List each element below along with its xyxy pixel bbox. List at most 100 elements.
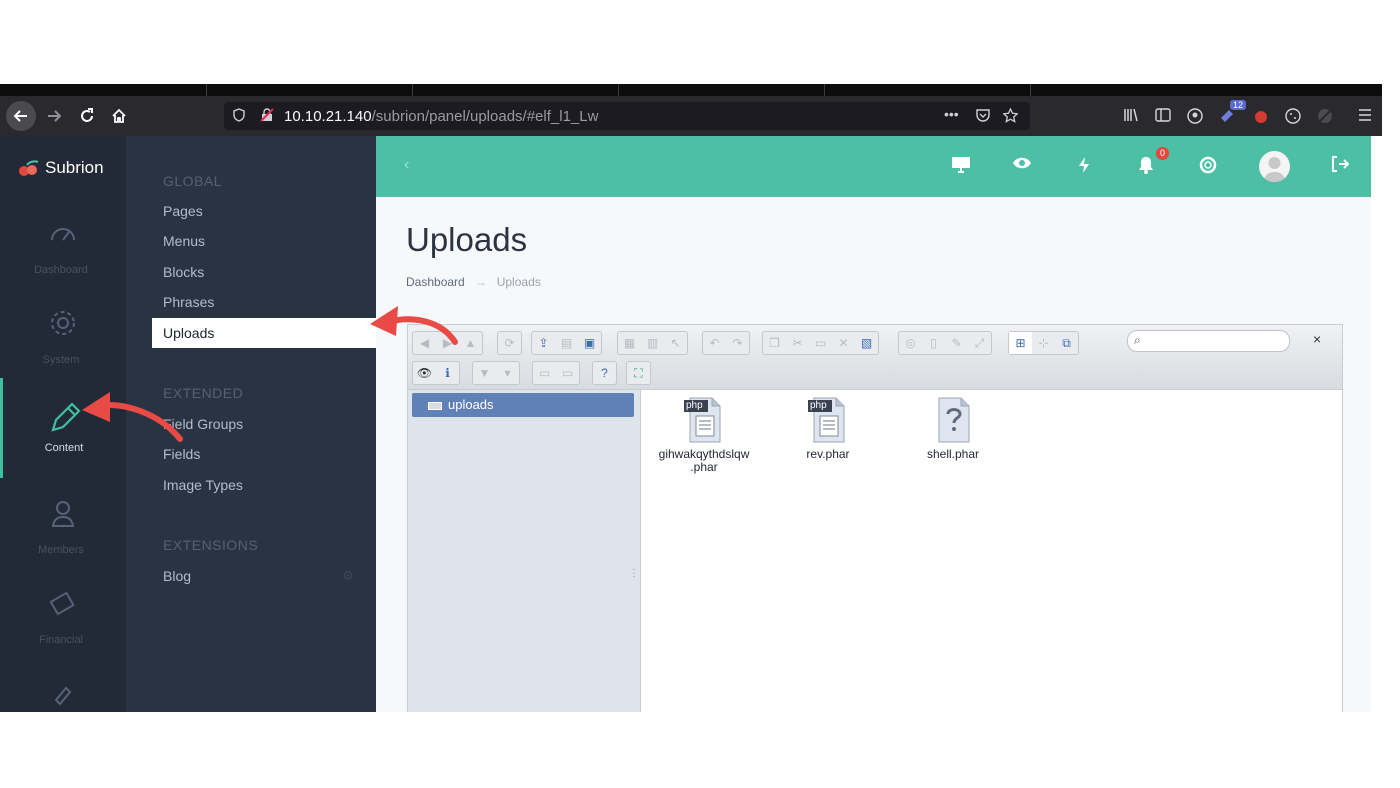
avatar[interactable] (1259, 151, 1290, 182)
wallet-icon (49, 591, 75, 616)
account-icon[interactable] (1186, 108, 1204, 124)
library-icon[interactable] (1122, 108, 1140, 124)
archive-icon[interactable]: ▾ (496, 362, 519, 384)
forward-button[interactable] (42, 104, 66, 128)
url-bar[interactable]: 10.10.21.140/subrion/panel/uploads/#elf_… (224, 102, 1030, 130)
save-icon[interactable]: ▣ (578, 332, 601, 354)
blocker-icon[interactable] (1316, 108, 1334, 124)
upload-icon[interactable]: ⇪ (532, 332, 555, 354)
redo-icon[interactable]: ↷ (726, 332, 749, 354)
lifebuoy-icon[interactable] (1196, 156, 1220, 176)
subnav-item-uploads[interactable]: Uploads (152, 318, 376, 348)
reload-icon[interactable]: ⟳ (498, 332, 521, 354)
copy-icon[interactable]: ❐ (763, 332, 786, 354)
hamburger-menu-icon[interactable] (1356, 108, 1374, 124)
file-type-label: php (810, 400, 827, 411)
resize-icon[interactable]: ⤢ (968, 332, 991, 354)
sort-icon[interactable]: ⧉ (1055, 332, 1078, 354)
eye-icon[interactable] (1010, 156, 1034, 176)
page-actions-menu[interactable]: ••• (944, 106, 959, 122)
brand-logo[interactable]: Subrion (18, 158, 104, 178)
paste-icon[interactable]: ▭ (809, 332, 832, 354)
toolbar-group-upload: ⇪ ▤ ▣ (531, 331, 602, 355)
file-item[interactable]: php rev.phar (773, 396, 883, 461)
rail-item-members[interactable]: Members (0, 488, 126, 578)
reload-button[interactable] (75, 104, 99, 128)
search-input[interactable]: ⌕ (1127, 330, 1290, 352)
sidebar-icon[interactable] (1154, 108, 1172, 124)
file-item[interactable]: php gihwakqythdslqw .phar (649, 396, 759, 474)
bolt-icon[interactable] (1072, 156, 1096, 176)
download-icon[interactable]: ▥ (641, 332, 664, 354)
subnav-item-image-types[interactable]: Image Types (163, 477, 243, 493)
subnav-item-menus[interactable]: Menus (163, 233, 205, 249)
back-button[interactable] (6, 101, 36, 131)
monitor-icon[interactable] (949, 156, 973, 176)
php-file-icon: php (684, 396, 724, 444)
open-icon[interactable]: ▦ (618, 332, 641, 354)
browser-tab[interactable] (206, 84, 412, 96)
collapse-sidebar-button[interactable]: ‹ (404, 156, 409, 174)
blog-settings-gear-icon[interactable]: ⚙ (342, 568, 354, 584)
content-subnav: GLOBAL Pages Menus Blocks Phrases Upload… (126, 136, 376, 712)
arrow-right-icon (48, 110, 62, 122)
pencil-icon (51, 402, 81, 432)
browser-tab[interactable] (1030, 84, 1236, 96)
notification-badge: 0 (1156, 147, 1169, 160)
rail-item-dashboard[interactable]: Dashboard (0, 208, 126, 298)
rail-item-system[interactable]: System (0, 298, 126, 388)
subnav-item-field-groups[interactable]: Field Groups (163, 416, 243, 432)
subnav-item-fields[interactable]: Fields (163, 446, 200, 462)
shield-icon[interactable] (233, 108, 245, 125)
icons-view-icon[interactable]: ⊞ (1009, 332, 1032, 354)
rename-icon[interactable]: ▯ (922, 332, 945, 354)
breadcrumb-home-link[interactable]: Dashboard (406, 275, 465, 289)
cut-icon[interactable]: ✂ (786, 332, 809, 354)
rail-item-financial[interactable]: Financial (0, 578, 126, 668)
browser-tab[interactable] (824, 84, 1030, 96)
rail-item-content[interactable]: Content (0, 378, 129, 478)
tree-node-uploads[interactable]: uploads (412, 393, 634, 417)
logout-icon[interactable] (1328, 156, 1352, 176)
resize-handle[interactable]: ⋮ (629, 568, 639, 579)
select-icon[interactable]: ↖ (664, 332, 687, 354)
cherry-logo-icon (19, 160, 39, 176)
browser-tab[interactable] (618, 84, 824, 96)
close-button[interactable]: × (1313, 331, 1321, 347)
url-path: /subrion/panel/uploads/#elf_l1_Lw (371, 108, 599, 125)
extract-icon[interactable]: ▼ (473, 362, 496, 384)
bookmark-star-icon[interactable] (1002, 107, 1019, 126)
delete-icon[interactable]: ✕ (832, 332, 855, 354)
extension-icon[interactable] (1218, 108, 1236, 124)
brush-icon[interactable] (48, 676, 78, 706)
subnav-item-phrases[interactable]: Phrases (163, 294, 214, 310)
gear-icon (51, 311, 75, 335)
bell-icon[interactable] (1134, 156, 1158, 176)
help-icon[interactable]: ? (593, 362, 616, 384)
edit-icon[interactable]: ✎ (945, 332, 968, 354)
list-view-icon[interactable]: ⊹ (1032, 332, 1055, 354)
up-icon[interactable]: ▲ (459, 332, 482, 354)
preview-eye-icon[interactable]: 👁 (413, 362, 436, 384)
cookie-icon[interactable] (1284, 108, 1302, 124)
subnav-item-blocks[interactable]: Blocks (163, 264, 204, 280)
subnav-item-blog[interactable]: Blog (163, 568, 191, 584)
insecure-lock-icon[interactable] (260, 108, 274, 125)
empty-icon[interactable]: ▧ (855, 332, 878, 354)
extension-red-icon[interactable] (1252, 108, 1270, 124)
forward-icon[interactable]: ▶ (436, 332, 459, 354)
netmount-icon[interactable]: ▭ (533, 362, 556, 384)
home-button[interactable] (107, 104, 131, 128)
file-item[interactable]: shell.phar (898, 396, 1008, 461)
new-folder-icon[interactable]: ▤ (555, 332, 578, 354)
fullscreen-icon[interactable]: ⛶ (627, 362, 650, 384)
undo-icon[interactable]: ↶ (703, 332, 726, 354)
subnav-item-pages[interactable]: Pages (163, 203, 203, 219)
pocket-icon[interactable] (976, 108, 990, 125)
info-icon[interactable]: ℹ (436, 362, 459, 384)
browser-tab[interactable] (412, 84, 618, 96)
back-icon[interactable]: ◀ (413, 332, 436, 354)
url-text[interactable]: 10.10.21.140/subrion/panel/uploads/#elf_… (284, 108, 598, 125)
duplicate-icon[interactable]: ◎ (899, 332, 922, 354)
places-icon[interactable]: ▭ (556, 362, 579, 384)
